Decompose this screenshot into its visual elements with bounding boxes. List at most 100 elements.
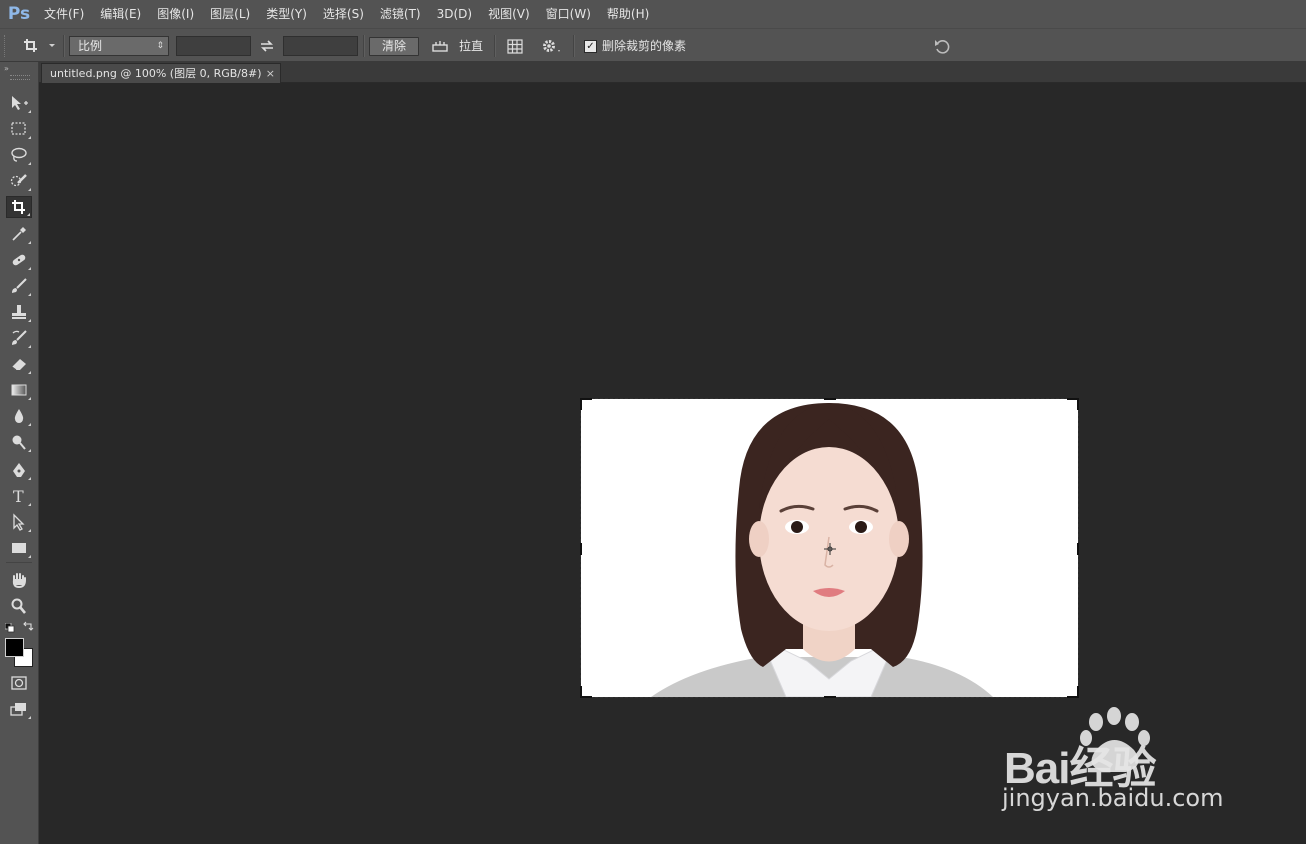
lasso-icon xyxy=(11,147,27,162)
menu-image[interactable]: 图像(I) xyxy=(149,0,202,28)
history-brush-icon xyxy=(12,330,27,345)
dodge-icon xyxy=(12,435,26,450)
eyedropper-tool[interactable] xyxy=(6,223,32,245)
separator xyxy=(63,35,65,57)
blur-icon xyxy=(14,409,24,423)
crop-frame[interactable] xyxy=(580,398,1079,698)
blur-tool[interactable] xyxy=(6,405,32,427)
pen-icon xyxy=(13,463,25,477)
document-tab-bar: untitled.png @ 100% (图层 0, RGB/8#) × xyxy=(39,62,1306,83)
brush-tool[interactable] xyxy=(6,275,32,297)
separator xyxy=(573,35,575,57)
eraser-icon xyxy=(11,359,26,371)
history-brush-tool[interactable] xyxy=(6,327,32,349)
crop-handle-bottom-left[interactable] xyxy=(580,686,582,698)
menu-bar: Ps 文件(F) 编辑(E) 图像(I) 图层(L) 类型(Y) 选择(S) 滤… xyxy=(0,0,1306,28)
hand-tool[interactable] xyxy=(6,569,32,591)
type-icon: T xyxy=(13,487,24,505)
crop-icon xyxy=(12,200,25,214)
crop-tool[interactable] xyxy=(6,196,32,218)
app-logo: Ps xyxy=(7,4,31,24)
document-tab[interactable]: untitled.png @ 100% (图层 0, RGB/8#) × xyxy=(41,63,281,83)
delete-cropped-checkbox[interactable]: ✓ xyxy=(584,40,597,53)
crop-handle-bottom[interactable] xyxy=(824,696,836,698)
menu-window[interactable]: 窗口(W) xyxy=(538,0,599,28)
options-bar: 比例 ⇕ 清除 拉直 ✓ 删除裁剪的像素 xyxy=(0,28,1306,62)
collapse-panel-icon[interactable]: » xyxy=(4,64,9,73)
eyedropper-icon xyxy=(12,227,26,241)
gradient-tool[interactable] xyxy=(6,379,32,401)
chevron-updown-icon: ⇕ xyxy=(156,41,164,51)
hand-icon xyxy=(12,573,26,589)
healing-brush-tool[interactable] xyxy=(6,249,32,271)
crop-handle-right[interactable] xyxy=(1077,543,1079,555)
height-input[interactable] xyxy=(283,36,358,56)
menu-layer[interactable]: 图层(L) xyxy=(202,0,258,28)
straighten-icon[interactable] xyxy=(430,37,450,55)
swap-colors-icon[interactable] xyxy=(22,620,34,632)
crop-handle-top-left[interactable] xyxy=(580,398,582,410)
brush-icon xyxy=(12,278,27,293)
default-colors-icon[interactable] xyxy=(4,622,15,633)
marquee-icon xyxy=(11,122,26,135)
clone-stamp-icon xyxy=(12,305,26,319)
toolbar-grip[interactable] xyxy=(10,75,30,80)
rectangle-icon xyxy=(12,543,26,553)
menu-select[interactable]: 选择(S) xyxy=(315,0,372,28)
menu-help[interactable]: 帮助(H) xyxy=(599,0,657,28)
crop-tool-preset-button[interactable] xyxy=(20,35,60,57)
path-selection-icon xyxy=(13,513,25,531)
zoom-icon xyxy=(11,598,26,614)
menu-view[interactable]: 视图(V) xyxy=(480,0,538,28)
crop-handle-top[interactable] xyxy=(824,398,836,400)
quick-mask-icon xyxy=(11,676,27,690)
gradient-icon xyxy=(11,384,27,396)
type-tool[interactable]: T xyxy=(6,485,32,507)
reset-icon[interactable] xyxy=(932,37,952,55)
crop-center-crosshair-icon xyxy=(824,543,836,555)
lasso-tool[interactable] xyxy=(6,144,32,166)
close-icon[interactable]: × xyxy=(266,64,275,83)
document-tab-title: untitled.png @ 100% (图层 0, RGB/8#) xyxy=(50,67,262,80)
crop-icon xyxy=(24,39,55,52)
crop-handle-top-right[interactable] xyxy=(1077,398,1079,410)
width-input[interactable] xyxy=(176,36,251,56)
rectangle-tool[interactable] xyxy=(6,537,32,559)
zoom-tool[interactable] xyxy=(6,595,32,617)
healing-brush-icon xyxy=(12,254,26,266)
screen-mode-icon xyxy=(10,703,26,716)
eraser-tool[interactable] xyxy=(6,353,32,375)
move-tool[interactable] xyxy=(6,92,32,114)
clear-button[interactable]: 清除 xyxy=(369,37,420,56)
crop-handle-bottom-right[interactable] xyxy=(1077,686,1079,698)
tools-panel: » T xyxy=(0,62,39,844)
path-selection-tool[interactable] xyxy=(6,511,32,533)
ratio-select-value: 比例 xyxy=(78,39,103,53)
delete-cropped-label[interactable]: 删除裁剪的像素 xyxy=(602,37,686,55)
separator xyxy=(363,35,365,57)
menu-filter[interactable]: 滤镜(T) xyxy=(372,0,429,28)
clone-stamp-tool[interactable] xyxy=(6,301,32,323)
marquee-tool[interactable] xyxy=(6,118,32,140)
swap-icon[interactable] xyxy=(258,37,276,55)
crop-handle-left[interactable] xyxy=(580,543,582,555)
quick-selection-tool[interactable] xyxy=(6,170,32,192)
straighten-label[interactable]: 拉直 xyxy=(459,37,483,55)
svg-text:T: T xyxy=(13,487,24,505)
options-grip[interactable] xyxy=(4,35,11,57)
screen-mode-button[interactable] xyxy=(6,698,32,720)
menu-type[interactable]: 类型(Y) xyxy=(258,0,315,28)
foreground-color-swatch[interactable] xyxy=(5,638,24,657)
quick-selection-icon xyxy=(10,174,27,187)
menu-3d[interactable]: 3D(D) xyxy=(429,0,480,28)
quick-mask-button[interactable] xyxy=(6,672,32,694)
dodge-tool[interactable] xyxy=(6,431,32,453)
grid-overlay-icon[interactable] xyxy=(505,37,525,55)
menu-edit[interactable]: 编辑(E) xyxy=(92,0,149,28)
ratio-select[interactable]: 比例 ⇕ xyxy=(69,36,169,56)
pen-tool[interactable] xyxy=(6,459,32,481)
menu-file[interactable]: 文件(F) xyxy=(36,0,92,28)
watermark-url: jingyan.baidu.com xyxy=(1002,784,1224,812)
baidu-jingyan-watermark: Bai经验 jingyan.baidu.com xyxy=(1000,700,1250,820)
gear-icon[interactable] xyxy=(540,37,562,55)
